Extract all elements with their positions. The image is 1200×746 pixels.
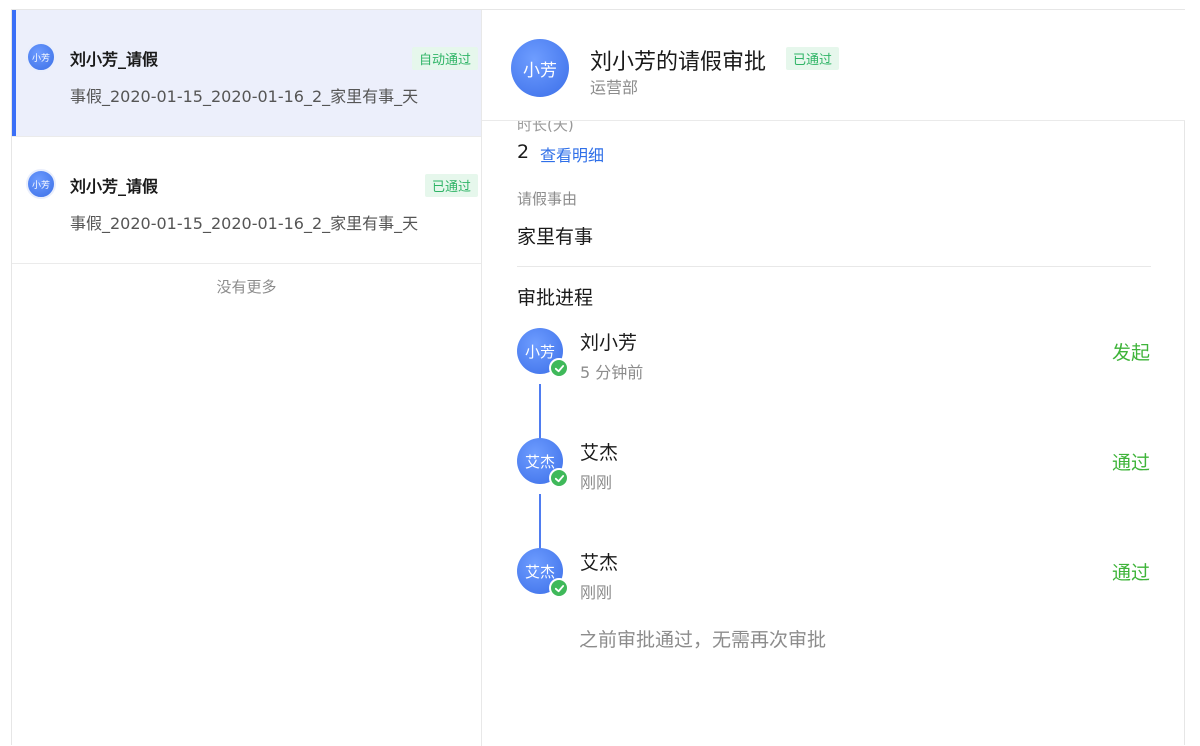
avatar: 小芳	[26, 169, 56, 199]
list-item-subtitle: 事假_2020-01-15_2020-01-16_2_家里有事_天	[70, 214, 419, 233]
list-item-title: 刘小芳_请假	[70, 177, 159, 196]
duration-value: 2	[517, 141, 530, 163]
page-title: 刘小芳的请假审批	[590, 50, 767, 75]
divider	[517, 266, 1151, 267]
check-icon	[549, 468, 569, 488]
check-icon	[549, 578, 569, 598]
list-item[interactable]: 小芳 刘小芳_请假 自动通过 事假_2020-01-15_2020-01-16_…	[12, 10, 481, 137]
process-title: 审批进程	[517, 287, 594, 309]
status-badge: 已通过	[786, 47, 840, 70]
app-window: 小芳 刘小芳_请假 自动通过 事假_2020-01-15_2020-01-16_…	[11, 9, 1185, 746]
step-avatar-text: 小芳	[524, 342, 555, 361]
avatar: 艾杰	[517, 548, 569, 598]
step-time: 刚刚	[580, 583, 613, 602]
step-time: 5 分钟前	[580, 363, 644, 382]
step-note: 之前审批通过，无需再次审批	[579, 629, 827, 651]
timeline-connector	[539, 494, 541, 550]
detail-header: 小芳 刘小芳的请假审批 已通过 运营部	[482, 10, 1185, 121]
no-more-text: 没有更多	[216, 278, 277, 296]
department-label: 运营部	[590, 78, 639, 97]
list-item-subtitle: 事假_2020-01-15_2020-01-16_2_家里有事_天	[70, 87, 419, 106]
step-status: 通过	[1111, 562, 1150, 584]
reason-value: 家里有事	[517, 226, 594, 248]
status-badge: 自动通过	[411, 47, 478, 70]
reason-label: 请假事由	[517, 190, 578, 208]
step-status: 发起	[1111, 342, 1150, 364]
avatar: 艾杰	[517, 438, 569, 488]
step-name: 刘小芳	[580, 332, 638, 354]
step-name: 艾杰	[580, 442, 619, 464]
approval-list-panel: 小芳 刘小芳_请假 自动通过 事假_2020-01-15_2020-01-16_…	[12, 10, 482, 746]
step-name: 艾杰	[580, 552, 619, 574]
step-time: 刚刚	[580, 473, 613, 492]
step-avatar-text: 艾杰	[524, 562, 555, 581]
view-detail-link[interactable]: 查看明细	[540, 142, 604, 166]
timeline-connector	[539, 384, 541, 440]
step-avatar-text: 艾杰	[524, 452, 555, 471]
avatar: 小芳	[26, 42, 56, 72]
list-item-title: 刘小芳_请假	[70, 50, 159, 69]
avatar: 小芳	[511, 39, 569, 97]
step-status: 通过	[1111, 452, 1150, 474]
status-badge: 已通过	[424, 174, 478, 197]
avatar: 小芳	[517, 328, 569, 378]
check-icon	[549, 358, 569, 378]
list-item[interactable]: 小芳 刘小芳_请假 已通过 事假_2020-01-15_2020-01-16_2…	[12, 137, 481, 264]
approval-detail-panel: 小芳 刘小芳的请假审批 已通过 运营部 时长(天) 2 查看明细 请假事由 家里…	[482, 10, 1185, 746]
